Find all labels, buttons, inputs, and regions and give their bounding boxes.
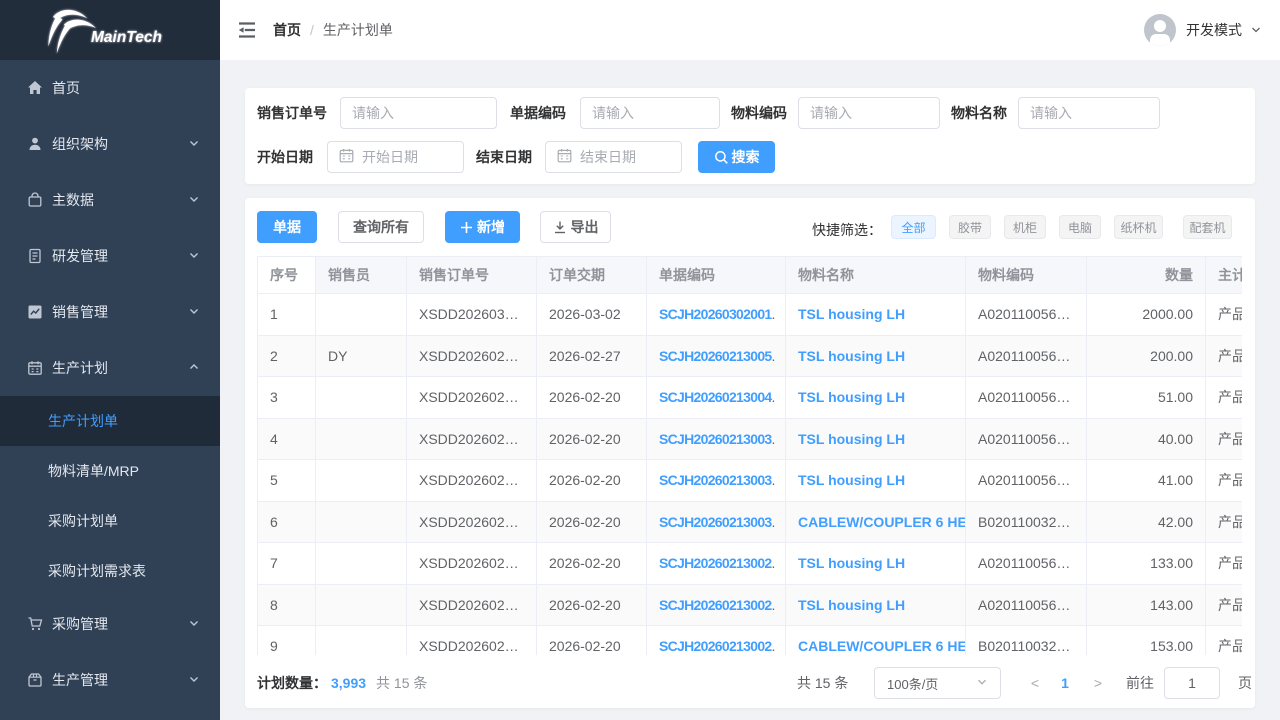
svg-text:MainTech: MainTech	[91, 29, 162, 46]
